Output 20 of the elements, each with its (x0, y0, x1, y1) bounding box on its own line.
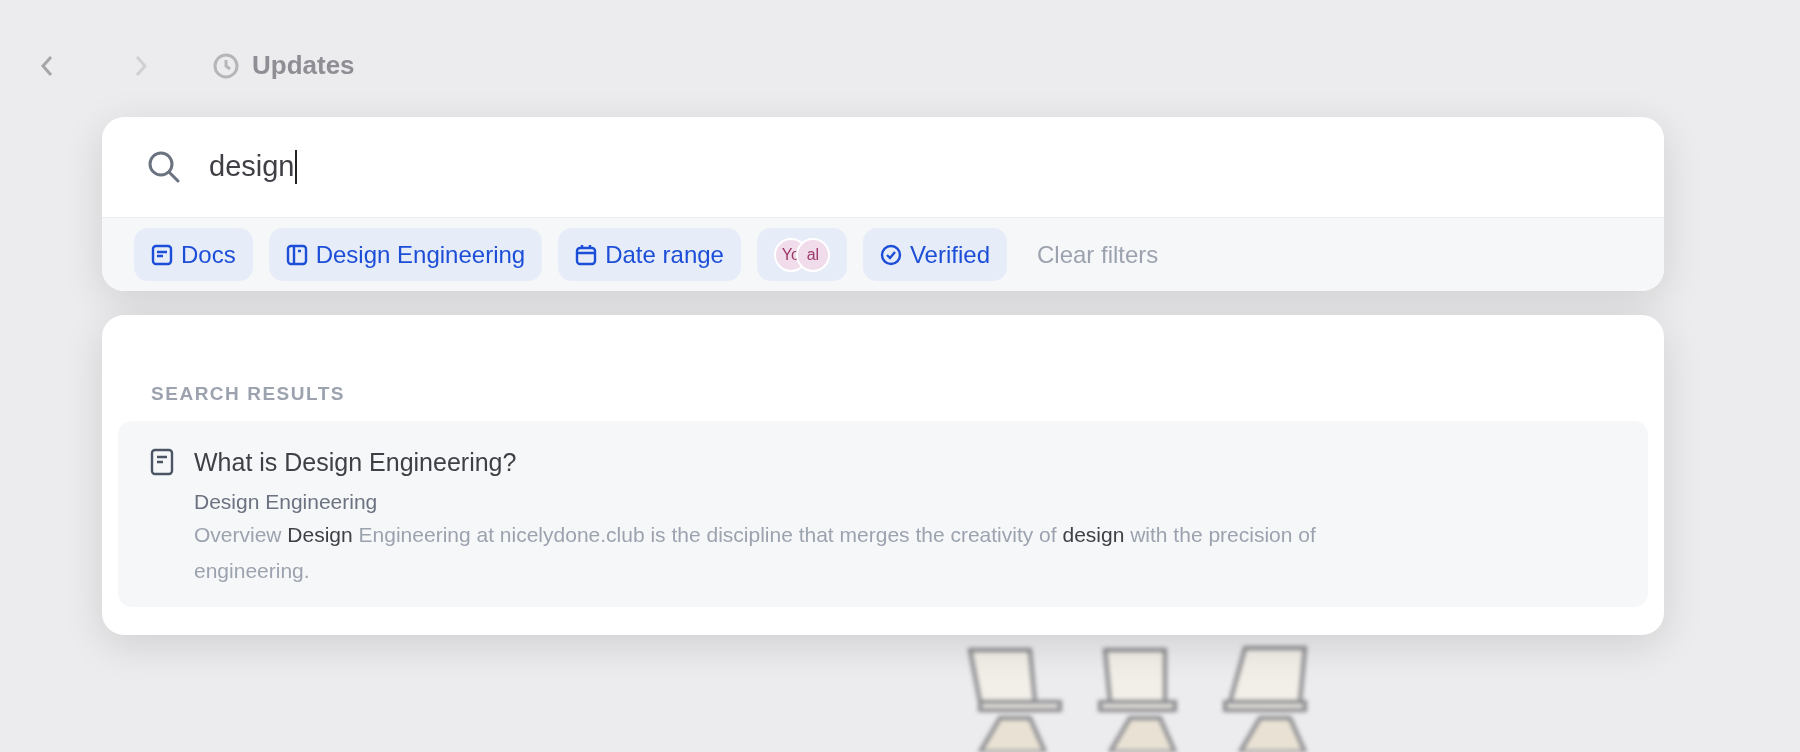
result-title: What is Design Engineering? (194, 446, 518, 478)
filter-chip[interactable]: Design Engineering (268, 228, 543, 281)
result-snippet: Overview Design Engineering at nicelydone.club is the discipline that merges the creativity of design with the precision of engineering. (194, 521, 1317, 584)
page-title: Updates (252, 49, 355, 82)
filter-chip[interactable]: Verified (862, 228, 1007, 281)
filter-chip[interactable]: Docs (134, 228, 253, 281)
clock-icon (212, 51, 240, 80)
panel-icon (285, 243, 308, 266)
forward-icon[interactable] (134, 53, 148, 78)
document-icon (150, 447, 174, 476)
section-heading: SEARCH RESULTS (151, 382, 347, 406)
search-field[interactable]: design (209, 145, 298, 189)
result-space: Design Engineering (194, 488, 379, 515)
document-icon (151, 243, 173, 266)
back-icon[interactable] (40, 53, 54, 78)
check-circle-icon (879, 243, 902, 266)
calendar-icon (575, 243, 598, 266)
search-icon (147, 150, 181, 184)
search-result[interactable]: What is Design Engineering? Design Engineering Overview Design Engineering at nicelydone.club is the discipline that merges the creativity of design with the precision of engineering. (118, 420, 1648, 607)
filter-chip[interactable]: Date range (558, 228, 741, 281)
